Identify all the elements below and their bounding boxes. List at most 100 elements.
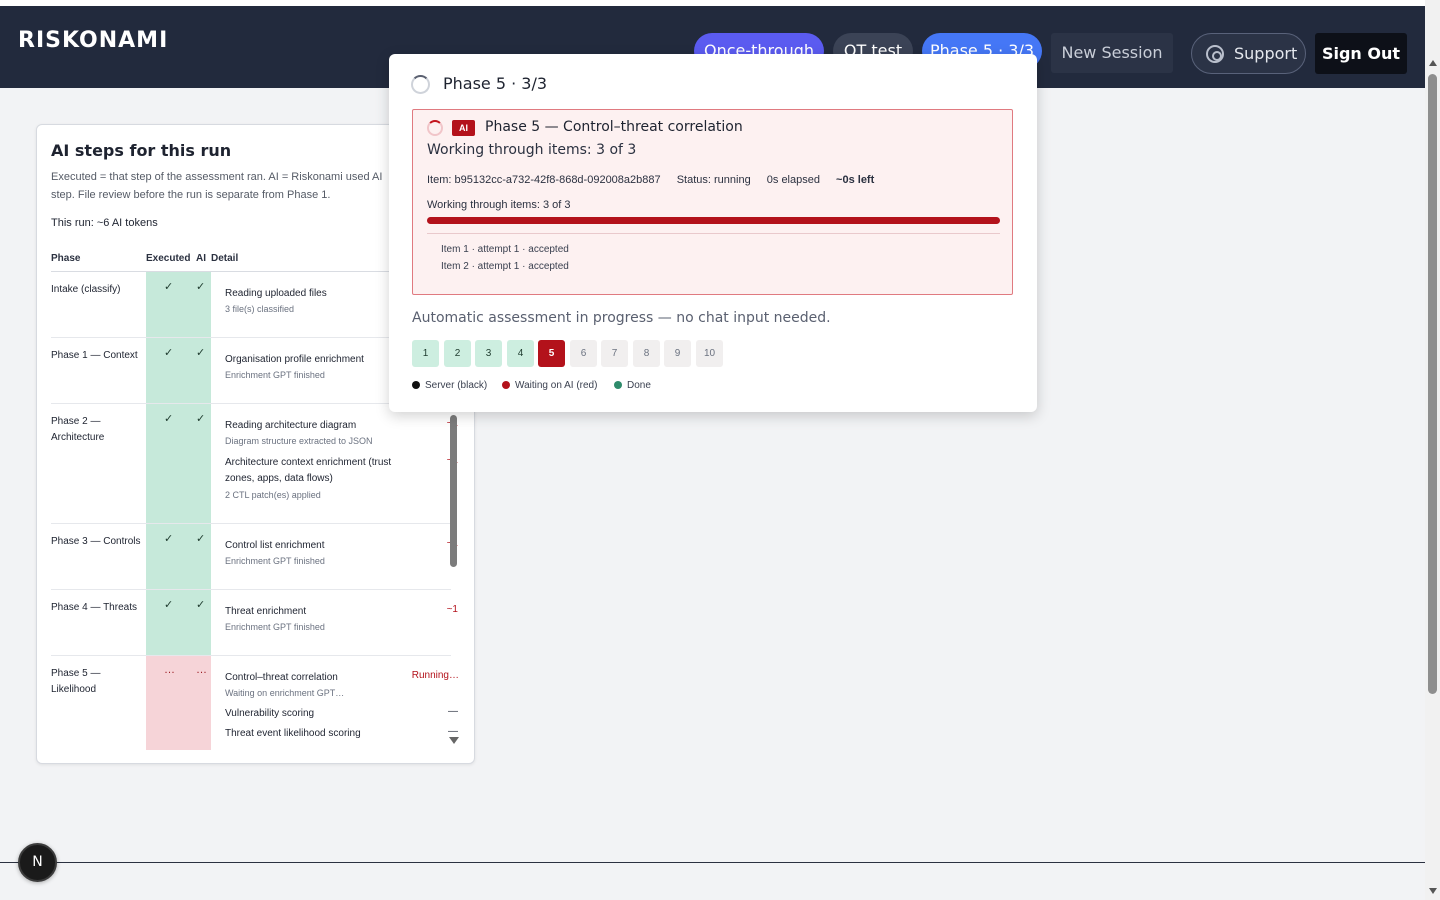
ai-badge: AI bbox=[452, 120, 475, 136]
legend-label: Server (black) bbox=[425, 380, 488, 391]
row-phase-name: Phase 3 — Controls bbox=[51, 536, 141, 547]
scroll-down-arrow-icon[interactable] bbox=[449, 737, 459, 744]
legend-label: Waiting on AI (red) bbox=[515, 380, 598, 391]
detail-text: Architecture context enrichment (trust z… bbox=[225, 457, 392, 484]
legend-dot-icon bbox=[412, 381, 420, 389]
detail-text: Control–threat correlation bbox=[225, 672, 338, 683]
table-row: Phase 2 — Architecture ✓ ✓ Reading archi… bbox=[51, 404, 458, 524]
step-9[interactable]: 9 bbox=[664, 340, 691, 367]
support-button[interactable]: Support bbox=[1191, 33, 1306, 74]
progress-bar-fill bbox=[427, 217, 1000, 224]
table-row: Phase 3 — Controls ✓ ✓ Control list enri… bbox=[51, 524, 458, 590]
phase-progress-popup: Phase 5 · 3/3 AI Phase 5 — Control–threa… bbox=[389, 54, 1037, 412]
row-phase-name: Intake (classify) bbox=[51, 284, 121, 295]
col-header-executed: Executed bbox=[146, 253, 191, 264]
ai-check: ✓ bbox=[196, 281, 206, 293]
loading-spinner-icon bbox=[411, 75, 430, 94]
app-logo: RISKONAMI bbox=[18, 28, 169, 53]
log-entry: Item 1 · attempt 1 · accepted bbox=[441, 244, 569, 255]
executed-check: ✓ bbox=[164, 281, 174, 293]
detail-subtext: Waiting on enrichment GPT… bbox=[225, 688, 345, 698]
user-avatar[interactable]: N bbox=[18, 843, 57, 882]
ai-pending: … bbox=[196, 664, 207, 676]
step-2[interactable]: 2 bbox=[444, 340, 471, 367]
legend-server: Server (black) bbox=[412, 380, 487, 391]
row-phase-name: Phase 5 — Likelihood bbox=[51, 668, 101, 695]
step-4[interactable]: 4 bbox=[507, 340, 534, 367]
col-header-ai: AI bbox=[196, 253, 206, 264]
footer-divider bbox=[0, 862, 1425, 863]
legend-waiting: Waiting on AI (red) bbox=[502, 380, 597, 391]
detail-subtext: Diagram structure extracted to JSON bbox=[225, 436, 373, 446]
detail-text: Control list enrichment bbox=[225, 540, 325, 551]
step-10[interactable]: 10 bbox=[696, 340, 723, 367]
new-session-button[interactable]: New Session bbox=[1051, 33, 1173, 73]
legend-dot-icon bbox=[614, 381, 622, 389]
ai-steps-description: Executed = that step of the assessment r… bbox=[51, 171, 383, 201]
support-icon bbox=[1206, 45, 1224, 63]
progress-bar bbox=[427, 217, 1000, 224]
phase-box-meta: Item: b95132cc-a732-42f8-868d-092008a2b8… bbox=[427, 174, 887, 186]
col-header-detail: Detail bbox=[211, 253, 239, 264]
step-3[interactable]: 3 bbox=[475, 340, 502, 367]
support-label: Support bbox=[1234, 44, 1298, 63]
legend-done: Done bbox=[614, 380, 651, 391]
step-1[interactable]: 1 bbox=[412, 340, 439, 367]
row-phase-name: Phase 1 — Context bbox=[51, 350, 138, 361]
popup-title: Phase 5 · 3/3 bbox=[443, 74, 548, 93]
phase-box-title: Phase 5 — Control–threat correlation bbox=[485, 119, 743, 135]
sign-out-button[interactable]: Sign Out bbox=[1315, 33, 1407, 74]
ai-check: ✓ bbox=[196, 413, 206, 425]
step-5[interactable]: 5 bbox=[538, 340, 565, 367]
detail-token-count: — bbox=[448, 706, 458, 717]
auto-assessment-message: Automatic assessment in progress — no ch… bbox=[412, 310, 831, 326]
table-row: Phase 5 — Likelihood … … Control–threat … bbox=[51, 656, 459, 750]
detail-subtext: 3 file(s) classified bbox=[225, 304, 295, 314]
detail-text: Threat event likelihood scoring bbox=[225, 728, 361, 739]
scrollbar-thumb[interactable] bbox=[1428, 74, 1437, 694]
scroll-down-arrow-icon[interactable] bbox=[1429, 888, 1437, 894]
log-entry: Item 2 · attempt 1 · accepted bbox=[441, 261, 569, 272]
ai-steps-title: AI steps for this run bbox=[51, 141, 232, 160]
progress-label: Working through items: 3 of 3 bbox=[427, 199, 571, 211]
detail-subtext: Enrichment GPT finished bbox=[225, 370, 325, 380]
ai-check: ✓ bbox=[196, 533, 206, 545]
table-scrollbar[interactable] bbox=[450, 415, 457, 567]
executed-pending: … bbox=[164, 664, 175, 676]
step-6[interactable]: 6 bbox=[570, 340, 597, 367]
detail-subtext: Enrichment GPT finished bbox=[225, 622, 325, 632]
run-token-count: This run: ~6 AI tokens bbox=[51, 217, 158, 229]
executed-check: ✓ bbox=[164, 413, 174, 425]
detail-text: Vulnerability scoring bbox=[225, 708, 315, 719]
legend-label: Done bbox=[627, 380, 651, 391]
current-phase-box: AI Phase 5 — Control–threat correlation … bbox=[412, 109, 1013, 295]
row-phase-name: Phase 4 — Threats bbox=[51, 602, 137, 613]
time-left: ~0s left bbox=[836, 174, 875, 186]
row-phase-name: Phase 2 — Architecture bbox=[51, 416, 105, 443]
log-divider bbox=[427, 233, 1000, 234]
page-scrollbar[interactable] bbox=[1425, 0, 1440, 900]
ai-check: ✓ bbox=[196, 599, 206, 611]
detail-running-status: Running… bbox=[411, 670, 459, 681]
executed-check: ✓ bbox=[164, 347, 174, 359]
table-row: Phase 4 — Threats ✓ ✓ Threat enrichment … bbox=[51, 590, 458, 656]
executed-check: ✓ bbox=[164, 533, 174, 545]
detail-subtext: 2 CTL patch(es) applied bbox=[225, 490, 321, 500]
detail-text: Reading architecture diagram bbox=[225, 420, 357, 431]
ai-check: ✓ bbox=[196, 347, 206, 359]
loading-spinner-icon bbox=[427, 120, 443, 136]
col-header-phase: Phase bbox=[51, 253, 81, 264]
scroll-up-arrow-icon[interactable] bbox=[1429, 60, 1437, 66]
detail-text: Reading uploaded files bbox=[225, 288, 327, 299]
step-7[interactable]: 7 bbox=[601, 340, 628, 367]
item-id: Item: b95132cc-a732-42f8-868d-092008a2b8… bbox=[427, 174, 661, 186]
detail-token-count: ~1 bbox=[446, 604, 458, 615]
detail-subtext: Enrichment GPT finished bbox=[225, 556, 325, 566]
detail-text: Organisation profile enrichment bbox=[225, 354, 364, 365]
legend-dot-icon bbox=[502, 381, 510, 389]
executed-check: ✓ bbox=[164, 599, 174, 611]
elapsed-time: 0s elapsed bbox=[766, 174, 820, 186]
detail-text: Threat enrichment bbox=[225, 606, 307, 617]
step-8[interactable]: 8 bbox=[633, 340, 660, 367]
phase-box-working: Working through items: 3 of 3 bbox=[427, 142, 637, 158]
